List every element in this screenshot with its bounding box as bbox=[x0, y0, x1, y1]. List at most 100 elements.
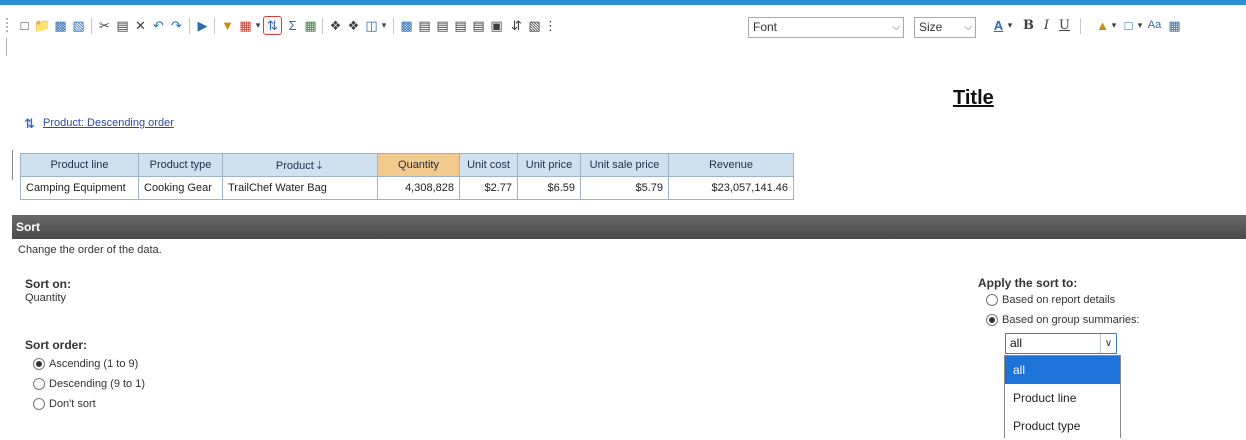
group-icon[interactable]: ❖ bbox=[327, 17, 344, 34]
insert-table-icon[interactable]: ▤ bbox=[416, 17, 433, 34]
table-style-icon[interactable]: ▦ bbox=[1166, 17, 1183, 34]
sort-icon[interactable]: ⇅ bbox=[263, 16, 282, 35]
option-all[interactable]: all bbox=[1005, 356, 1120, 384]
sort-descending-icon: ⇣ bbox=[314, 159, 325, 172]
suppress-icon[interactable]: ▦ bbox=[237, 17, 254, 34]
radio-label: Based on group summaries: bbox=[1002, 314, 1140, 326]
fill-color-icon[interactable]: ▲ bbox=[1094, 17, 1111, 34]
radio-selected-icon bbox=[33, 358, 45, 370]
column-header-revenue[interactable]: Revenue bbox=[668, 153, 794, 177]
table-cell[interactable]: $5.79 bbox=[580, 176, 669, 200]
group-summary-select[interactable]: all ∨ bbox=[1005, 333, 1117, 354]
border-icon[interactable]: □ bbox=[1120, 17, 1137, 34]
insert-column-icon[interactable]: ▤ bbox=[452, 17, 469, 34]
toolbar-separator bbox=[214, 18, 215, 34]
pivot-dropdown-icon[interactable]: ▾ bbox=[380, 17, 388, 34]
toolbar-separator bbox=[322, 18, 323, 34]
sort-order-ascending-radio[interactable]: Ascending (1 to 9) bbox=[33, 358, 138, 370]
sort-indicator-link[interactable]: Product: Descending order bbox=[43, 117, 174, 129]
bold-icon[interactable]: B bbox=[1020, 17, 1037, 34]
chevron-down-icon: ⌵ bbox=[892, 22, 900, 33]
calculate-icon[interactable]: ▦ bbox=[302, 17, 319, 34]
undo-icon[interactable]: ↶ bbox=[150, 17, 167, 34]
toolbar-grip-icon[interactable]: ⋮ bbox=[544, 17, 557, 34]
column-header-quantity[interactable]: Quantity bbox=[377, 153, 460, 177]
column-header-product[interactable]: Product⇣ bbox=[222, 153, 378, 177]
font-color-dropdown-icon[interactable]: ▾ bbox=[1006, 17, 1014, 34]
radio-unselected-icon bbox=[986, 294, 998, 306]
sort-on-label: Sort on: bbox=[25, 277, 71, 291]
group-summary-select-value: all bbox=[1010, 336, 1023, 350]
header-footer-icon[interactable]: ▧ bbox=[526, 17, 543, 34]
insert-row-icon[interactable]: ▤ bbox=[434, 17, 451, 34]
column-header-product-line[interactable]: Product line bbox=[20, 153, 139, 177]
apply-group-summaries-radio[interactable]: Based on group summaries: bbox=[986, 314, 1140, 326]
style-icon[interactable]: Aa bbox=[1146, 17, 1163, 34]
toolbar-separator bbox=[91, 18, 92, 34]
size-select[interactable]: Size ⌵ bbox=[914, 17, 976, 38]
save-icon[interactable]: ▩ bbox=[52, 17, 69, 34]
redo-icon[interactable]: ↷ bbox=[168, 17, 185, 34]
column-header-product-type[interactable]: Product type bbox=[138, 153, 223, 177]
option-product-type[interactable]: Product type bbox=[1005, 412, 1120, 440]
table-cell[interactable]: Cooking Gear bbox=[138, 176, 223, 200]
radio-unselected-icon bbox=[33, 378, 45, 390]
fill-color-dropdown-icon[interactable]: ▾ bbox=[1110, 17, 1118, 34]
filter-icon[interactable]: ▼ bbox=[219, 17, 236, 34]
table-cell[interactable]: $2.77 bbox=[459, 176, 518, 200]
pivot-icon[interactable]: ◫ bbox=[363, 17, 380, 34]
radio-label: Based on report details bbox=[1002, 294, 1116, 306]
ungroup-icon[interactable]: ❖ bbox=[345, 17, 362, 34]
sort-order-dont-sort-radio[interactable]: Don't sort bbox=[33, 398, 96, 410]
table-cell[interactable]: Camping Equipment bbox=[20, 176, 139, 200]
sort-indicator-icon: ⇅ bbox=[24, 116, 35, 131]
sort-order-descending-radio[interactable]: Descending (9 to 1) bbox=[33, 378, 145, 390]
sort-panel-header: Sort bbox=[12, 215, 1246, 239]
italic-icon[interactable]: I bbox=[1038, 17, 1055, 34]
column-marker bbox=[12, 150, 13, 180]
new-report-icon[interactable]: □ bbox=[16, 17, 33, 34]
column-header-unit-price[interactable]: Unit price bbox=[517, 153, 581, 177]
sort-on-value: Quantity bbox=[25, 292, 66, 304]
formatting-toolbar: □ 📁 ▩ ▧ ✂ ▤ ✕ ↶ ↷ ▶ ▼ ▦ ▾ ⇅ Σ ▦ ❖ ❖ ◫ ▾ … bbox=[0, 8, 1246, 44]
column-header-unit-sale-price[interactable]: Unit sale price bbox=[580, 153, 669, 177]
column-header-unit-cost[interactable]: Unit cost bbox=[459, 153, 518, 177]
toolbar-grip-icon bbox=[6, 38, 9, 56]
underline-icon[interactable]: U bbox=[1056, 17, 1073, 34]
chevron-down-icon[interactable]: ∨ bbox=[1100, 334, 1116, 353]
swap-rows-columns-icon[interactable]: ⇵ bbox=[508, 17, 525, 34]
report-table: Product line Product type Product⇣ Quant… bbox=[20, 153, 794, 200]
radio-selected-icon bbox=[986, 314, 998, 326]
run-report-icon[interactable]: ▶ bbox=[194, 17, 211, 34]
delete-icon[interactable]: ✕ bbox=[132, 17, 149, 34]
summarize-icon[interactable]: Σ bbox=[284, 17, 301, 34]
chart-icon[interactable]: ▩ bbox=[398, 17, 415, 34]
table-cell[interactable]: $23,057,141.46 bbox=[668, 176, 794, 200]
cut-icon[interactable]: ✂ bbox=[96, 17, 113, 34]
insert-cell-icon[interactable]: ▤ bbox=[470, 17, 487, 34]
table-cell[interactable]: TrailChef Water Bag bbox=[222, 176, 378, 200]
paste-icon[interactable]: ▤ bbox=[114, 17, 131, 34]
table-header-row: Product line Product type Product⇣ Quant… bbox=[20, 153, 794, 177]
font-select[interactable]: Font ⌵ bbox=[748, 17, 904, 38]
open-folder-icon[interactable]: 📁 bbox=[34, 17, 51, 34]
table-cell[interactable]: 4,308,828 bbox=[377, 176, 460, 200]
toolbar-grip-icon[interactable] bbox=[6, 18, 10, 32]
apply-report-details-radio[interactable]: Based on report details bbox=[986, 294, 1115, 306]
border-dropdown-icon[interactable]: ▾ bbox=[1136, 17, 1144, 34]
table-cell[interactable]: $6.59 bbox=[517, 176, 581, 200]
sort-panel-description: Change the order of the data. bbox=[18, 244, 162, 256]
radio-unselected-icon bbox=[33, 398, 45, 410]
apply-sort-label: Apply the sort to: bbox=[978, 276, 1078, 290]
insert-image-icon[interactable]: ▣ bbox=[488, 17, 505, 34]
chevron-down-icon: ⌵ bbox=[964, 22, 972, 33]
report-title[interactable]: Title bbox=[953, 87, 994, 110]
table-row: Camping Equipment Cooking Gear TrailChef… bbox=[20, 176, 794, 200]
option-product-line[interactable]: Product line bbox=[1005, 384, 1120, 412]
save-as-icon[interactable]: ▧ bbox=[70, 17, 87, 34]
group-summary-options: all Product line Product type bbox=[1004, 355, 1121, 438]
suppress-dropdown-icon[interactable]: ▾ bbox=[254, 17, 262, 34]
sort-order-label: Sort order: bbox=[25, 338, 88, 352]
toolbar-separator bbox=[189, 18, 190, 34]
font-color-icon[interactable]: A bbox=[990, 17, 1007, 34]
